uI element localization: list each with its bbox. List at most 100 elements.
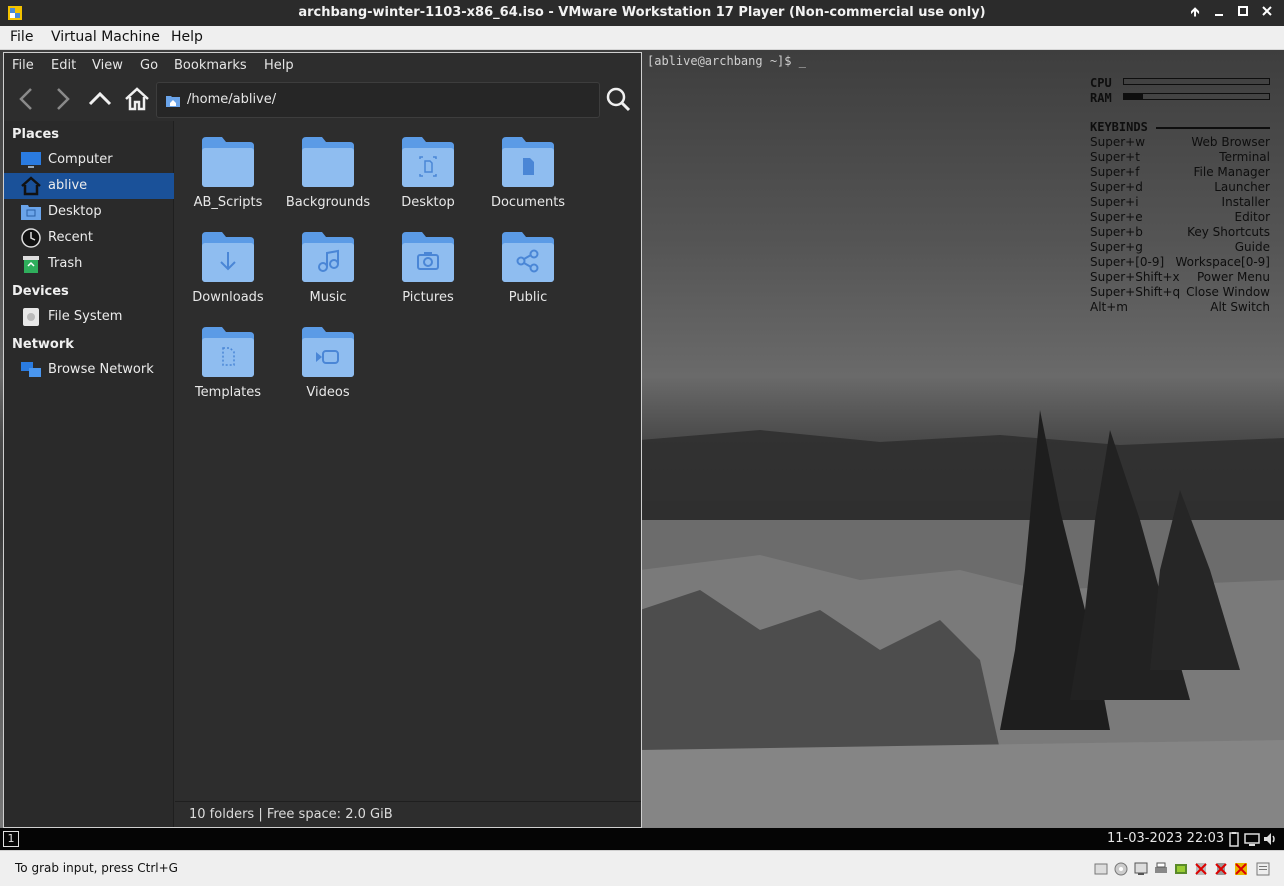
- location-bar[interactable]: /home/ablive/: [156, 82, 600, 118]
- folder-ab-scripts[interactable]: AB_Scripts: [178, 121, 278, 213]
- cpu-bar: [1123, 78, 1270, 85]
- host-menu-virtual-machine[interactable]: Virtual Machine: [51, 29, 160, 45]
- folder-videos[interactable]: Videos: [278, 311, 378, 403]
- back-icon[interactable]: [11, 83, 43, 115]
- up-icon[interactable]: [84, 83, 116, 115]
- usb-device-icon[interactable]: [1173, 861, 1189, 877]
- folder-backgrounds[interactable]: Backgrounds: [278, 121, 378, 213]
- sidebar-item-file-system[interactable]: File System: [4, 304, 174, 330]
- host-menu-file[interactable]: File: [10, 29, 33, 45]
- public-folder-icon: [502, 232, 554, 282]
- folder-downloads[interactable]: Downloads: [178, 216, 278, 308]
- keybind-action: Launcher: [1214, 180, 1270, 194]
- usb-controller-icon[interactable]: [1213, 861, 1229, 877]
- sidebar-item-label: ablive: [48, 178, 88, 193]
- hard-disk-icon[interactable]: [1093, 861, 1109, 877]
- fm-menu-bookmarks[interactable]: Bookmarks: [174, 58, 247, 73]
- workspace-indicator[interactable]: 1: [3, 831, 19, 847]
- close-button[interactable]: [1256, 3, 1278, 23]
- folder-name: Downloads: [192, 290, 264, 305]
- display-icon[interactable]: [1244, 831, 1260, 847]
- keybind-action: Workspace[0-9]: [1175, 255, 1270, 269]
- ram-bar: [1123, 93, 1270, 100]
- pictures-folder-icon: [402, 232, 454, 282]
- arrow-up-icon[interactable]: 🡹: [1184, 3, 1206, 23]
- folder-icon: [302, 137, 354, 187]
- home-icon[interactable]: [121, 83, 153, 115]
- keybind-row: Super+g Guide: [1090, 240, 1270, 255]
- message-log-icon[interactable]: [1255, 861, 1271, 877]
- network-adapter-icon[interactable]: [1133, 861, 1149, 877]
- sound-card-icon[interactable]: [1193, 861, 1209, 877]
- location-path: /home/ablive/: [187, 92, 277, 107]
- folder-public[interactable]: Public: [478, 216, 578, 308]
- sidebar-item-computer[interactable]: Computer: [4, 147, 174, 173]
- keybind-key: Super+t: [1090, 150, 1140, 164]
- printer-icon[interactable]: [1153, 861, 1169, 877]
- devices-heading: Devices: [12, 284, 69, 299]
- sidebar-item-desktop[interactable]: Desktop: [4, 199, 174, 225]
- sidebar-item-browse-network[interactable]: Browse Network: [4, 357, 174, 383]
- window-title: archbang-winter-1103-x86_64.iso - VMware…: [298, 5, 986, 20]
- sidebar-item-trash[interactable]: Trash: [4, 251, 174, 277]
- keybind-row: Super+w Web Browser: [1090, 135, 1270, 150]
- cd-drive-icon[interactable]: [1113, 861, 1129, 877]
- file-manager-toolbar: /home/ablive/: [4, 79, 641, 121]
- volume-icon[interactable]: [1262, 831, 1278, 847]
- sidebar-item-label: File System: [48, 309, 123, 324]
- folder-name: Pictures: [402, 290, 454, 305]
- keybind-row: Super+d Launcher: [1090, 180, 1270, 195]
- guest-panel: 1 11-03-2023 22:03: [0, 828, 1284, 850]
- search-icon[interactable]: [602, 83, 634, 115]
- battery-icon[interactable]: [1226, 831, 1242, 847]
- file-manager-menu-bar: File Edit View Go Bookmarks Help: [4, 53, 641, 79]
- folder-pictures[interactable]: Pictures: [378, 216, 478, 308]
- keybind-key: Super+w: [1090, 135, 1146, 149]
- fm-menu-edit[interactable]: Edit: [51, 58, 76, 73]
- clock-icon: [21, 228, 41, 248]
- host-menu-bar: File Virtual Machine Help: [0, 26, 1284, 50]
- folder-name: Public: [508, 290, 548, 305]
- keybind-key: Super+[0-9]: [1090, 255, 1165, 269]
- keybind-key: Super+b: [1090, 225, 1143, 239]
- music-folder-icon: [302, 232, 354, 282]
- sidebar-item-label: Computer: [48, 152, 113, 167]
- keybind-action: Web Browser: [1191, 135, 1270, 149]
- folder-documents[interactable]: Documents: [478, 121, 578, 213]
- keybind-key: Super+d: [1090, 180, 1143, 194]
- fm-menu-help[interactable]: Help: [264, 58, 294, 73]
- folder-music[interactable]: Music: [278, 216, 378, 308]
- minimize-button[interactable]: [1208, 3, 1230, 23]
- fm-menu-file[interactable]: File: [12, 58, 34, 73]
- sidebar-item-label: Browse Network: [48, 362, 154, 377]
- host-title-bar: archbang-winter-1103-x86_64.iso - VMware…: [0, 0, 1284, 26]
- ram-label: RAM: [1090, 91, 1112, 105]
- folder-name: Backgrounds: [285, 195, 371, 210]
- fm-menu-view[interactable]: View: [92, 58, 123, 73]
- sidebar-item-recent[interactable]: Recent: [4, 225, 174, 251]
- keybind-action: Power Menu: [1196, 270, 1270, 284]
- file-manager-window[interactable]: File Edit View Go Bookmarks Help /home/a…: [3, 52, 642, 828]
- forward-icon[interactable]: [46, 83, 78, 115]
- keybind-action: Guide: [1234, 240, 1270, 254]
- guest-screen[interactable]: [ablive@archbang ~]$ _ CPU RAM KEYBINDS …: [0, 50, 1284, 850]
- folder-desktop[interactable]: Desktop: [378, 121, 478, 213]
- keybind-row: Super+[0-9] Workspace[0-9]: [1090, 255, 1270, 270]
- keybind-action: Alt Switch: [1210, 300, 1270, 314]
- grab-input-hint: To grab input, press Ctrl+G: [15, 861, 178, 875]
- terminal-prompt[interactable]: [ablive@archbang ~]$ _: [647, 54, 806, 68]
- network-icon: [21, 362, 41, 377]
- removable-device-icon[interactable]: [1233, 861, 1249, 877]
- drive-icon: [23, 308, 39, 326]
- maximize-button[interactable]: [1232, 3, 1254, 23]
- folder-templates[interactable]: Templates: [178, 311, 278, 403]
- folder-icon: [202, 137, 254, 187]
- file-manager-sidebar: Places Computer ablive Desktop Recent Tr…: [4, 121, 174, 827]
- host-menu-help[interactable]: Help: [171, 29, 203, 45]
- sidebar-item-ablive[interactable]: ablive: [4, 173, 174, 199]
- file-manager-icon-view[interactable]: AB_Scripts Backgrounds Desktop Documents…: [175, 121, 641, 801]
- home-folder-icon: [166, 96, 180, 107]
- fm-menu-go[interactable]: Go: [140, 58, 158, 73]
- close-icon: [1262, 6, 1272, 16]
- computer-icon: [21, 152, 41, 168]
